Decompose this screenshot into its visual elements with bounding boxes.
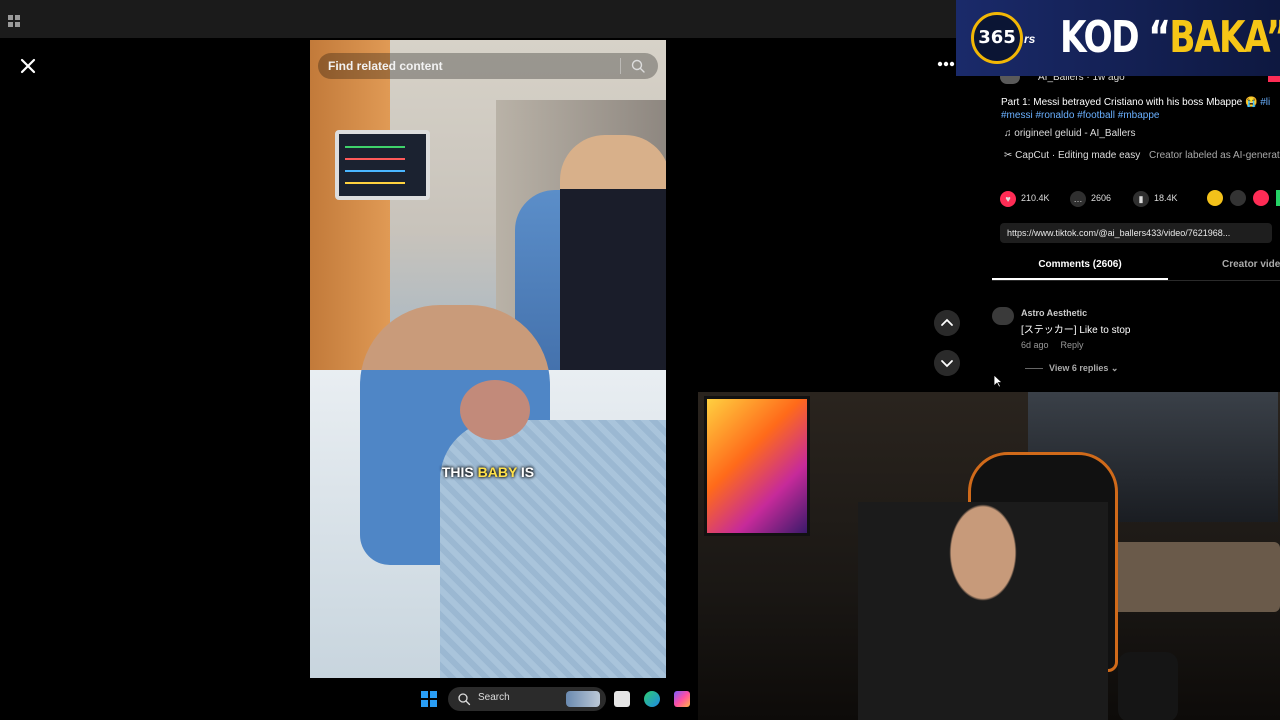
sponsor-banner: 365 rs KOD “BAKA”: [956, 0, 1280, 76]
hashtag-football[interactable]: #football: [1077, 110, 1115, 121]
chevron-down-small-icon: ⌄: [1110, 363, 1119, 373]
stats-row: ♥ 210.4K … 2606 ▮ 18.4K: [1000, 189, 1280, 207]
cursor-icon: [993, 374, 1003, 388]
share-green-icon[interactable]: [1276, 190, 1280, 206]
taskbar-search[interactable]: Search: [448, 687, 606, 711]
tab-creator-videos[interactable]: Creator vide: [1222, 259, 1280, 270]
promo-code-text: KOD “BAKA”: [1060, 14, 1280, 62]
comment-time: 6d ago: [1021, 340, 1049, 350]
webcam-overlay: [698, 392, 1280, 720]
like-count: 210.4K: [1021, 193, 1050, 203]
view-replies-button[interactable]: View 6 replies ⌄: [1025, 363, 1118, 374]
share-emoji-icon[interactable]: [1207, 190, 1223, 206]
brand-rs-label: rs: [1024, 32, 1036, 46]
hashtag-messi[interactable]: #messi: [1001, 110, 1033, 121]
tab-comments[interactable]: Comments (2606): [992, 259, 1168, 280]
webcam-tv: [704, 396, 810, 536]
webcam-streamer: [858, 502, 1108, 720]
search-divider: [620, 58, 621, 74]
apps-grid-icon[interactable]: [8, 15, 20, 27]
video-description: Part 1: Messi betrayed Cristiano with hi…: [1001, 96, 1280, 122]
promo-code: BAKA: [1169, 12, 1267, 63]
description-text: Part 1: Messi betrayed Cristiano with hi…: [1001, 97, 1261, 108]
comment-tabs: Comments (2606) Creator vide: [992, 259, 1280, 281]
embed-icon[interactable]: [1230, 190, 1246, 206]
comment-item: Astro Aesthetic [ステッカー] Like to stop 6d …: [992, 307, 1280, 387]
video-caption: THIS BABY IS: [310, 464, 666, 480]
task-view-icon[interactable]: [614, 691, 630, 707]
promo-prefix: KOD “: [1060, 12, 1171, 63]
windows-logo-icon[interactable]: [421, 691, 437, 707]
reply-button[interactable]: Reply: [1061, 340, 1084, 350]
hashtag-ronaldo[interactable]: #ronaldo: [1035, 110, 1074, 121]
related-search-box[interactable]: [318, 53, 658, 79]
music-note-icon: ♫: [1004, 128, 1012, 139]
ai-generated-label: Creator labeled as AI-generat: [1149, 150, 1280, 161]
video-scene-baby: [460, 380, 530, 440]
comment-text: [ステッカー] Like to stop: [1021, 325, 1131, 336]
taskbar-search-label: Search: [478, 692, 510, 703]
chevron-up-icon[interactable]: [934, 310, 960, 336]
close-icon[interactable]: [14, 52, 42, 80]
sound-name[interactable]: origineel geluid - AI_Ballers: [1014, 128, 1135, 139]
copilot-icon[interactable]: [674, 691, 690, 707]
caption-highlight: BABY: [477, 464, 518, 480]
taskbar: Search: [0, 684, 698, 714]
webcam-couch: [1108, 542, 1280, 612]
hashtag-mbappe[interactable]: #mbappe: [1118, 110, 1160, 121]
brand-365-logo: 365: [971, 12, 1023, 64]
save-count: 18.4K: [1154, 193, 1178, 203]
video-player[interactable]: [310, 40, 666, 678]
caption-part2: IS: [517, 464, 535, 480]
commenter-name[interactable]: Astro Aesthetic: [1021, 308, 1087, 318]
webcam-microphone: [1118, 652, 1178, 720]
chevron-down-icon[interactable]: [934, 350, 960, 376]
capcut-row: ✂ CapCut · Editing made easy Creator lab…: [1004, 150, 1280, 161]
related-search-input[interactable]: [328, 57, 618, 75]
capcut-icon: ✂: [1004, 150, 1013, 161]
video-link[interactable]: https://www.tiktok.com/@ai_ballers433/vi…: [1007, 228, 1230, 238]
caption-part1: THIS: [441, 464, 478, 480]
edge-icon[interactable]: [644, 691, 660, 707]
save-stat[interactable]: ▮ 18.4K: [1133, 189, 1178, 207]
video-link-box[interactable]: https://www.tiktok.com/@ai_ballers433/vi…: [1000, 223, 1272, 243]
commenter-avatar[interactable]: [992, 307, 1014, 325]
replies-divider: [1025, 368, 1043, 370]
comment-count: 2606: [1091, 193, 1112, 203]
heart-icon[interactable]: ♥: [1000, 190, 1016, 207]
view-replies-label[interactable]: View 6 replies: [1049, 363, 1108, 373]
comment-stat[interactable]: … 2606: [1070, 189, 1111, 207]
comment-meta: 6d ago Reply: [1021, 340, 1084, 350]
search-icon[interactable]: [630, 58, 646, 74]
like-stat[interactable]: ♥ 210.4K: [1000, 189, 1050, 207]
share-red-icon[interactable]: [1253, 190, 1269, 206]
video-scene-wall: [310, 40, 390, 370]
comment-icon[interactable]: …: [1070, 190, 1086, 207]
capcut-label[interactable]: CapCut · Editing made easy: [1015, 150, 1140, 161]
hashtag-li[interactable]: #li: [1260, 97, 1270, 108]
promo-suffix: ”: [1266, 12, 1280, 63]
taskbar-search-highlight-image: [566, 691, 600, 707]
video-details-panel: AI_Ballers · 1w ago Part 1: Messi betray…: [992, 60, 1280, 390]
video-scene-monitor: [335, 130, 430, 200]
sound-row[interactable]: ♫ origineel geluid - AI_Ballers: [1004, 128, 1135, 139]
taskbar-search-icon: [458, 693, 471, 706]
bookmark-icon[interactable]: ▮: [1133, 190, 1149, 207]
video-scene-blanket: [440, 420, 666, 678]
